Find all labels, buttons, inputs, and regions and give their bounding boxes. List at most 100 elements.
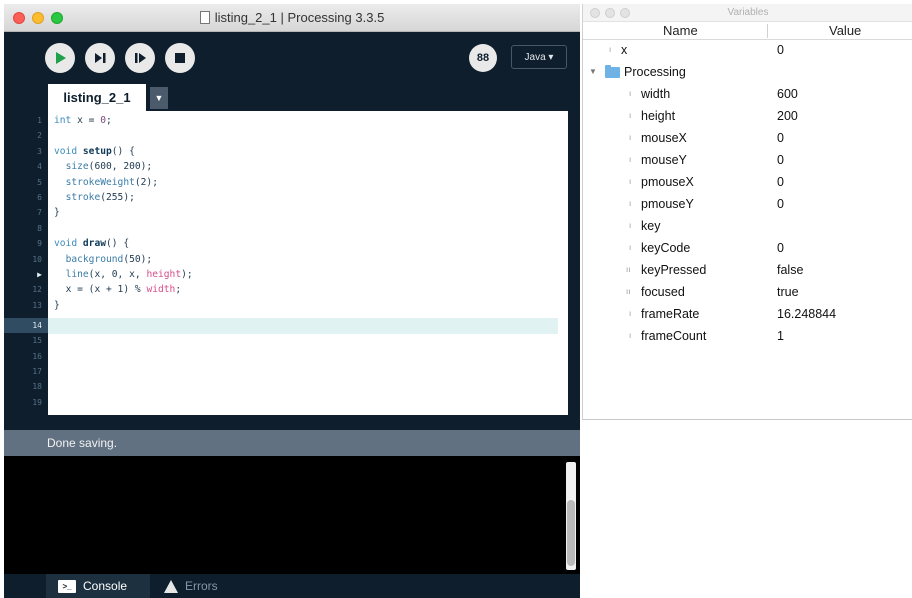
variable-value: 0 (777, 131, 784, 145)
variables-titlebar[interactable]: Variables (583, 4, 912, 22)
console-scrollbar[interactable] (566, 462, 576, 570)
status-bar: Done saving. (4, 430, 580, 456)
variable-row[interactable]: ı mouseY 0 (583, 150, 912, 172)
breakpoint-marker-icon[interactable]: ▶ (4, 267, 42, 282)
line-number[interactable]: 17 (4, 364, 42, 379)
line-number[interactable]: 5 (4, 175, 42, 190)
code-line-12: x = (x + 1) % width; (65, 284, 182, 296)
code-line-11: line(x, 0, x, height); (65, 269, 193, 280)
variable-name: keyPressed (641, 263, 707, 277)
run-button[interactable] (45, 43, 75, 73)
run-icon (56, 52, 66, 64)
variable-value: true (777, 285, 799, 299)
line-number[interactable]: 12 (4, 282, 42, 297)
folder-icon (605, 65, 620, 78)
variable-value: 200 (777, 109, 798, 123)
tab-errors-label: Errors (185, 579, 218, 593)
variable-row[interactable]: ı mouseX 0 (583, 128, 912, 150)
variable-row[interactable]: ı pmouseY 0 (583, 194, 912, 216)
variable-row[interactable]: ıı keyPressed false (583, 260, 912, 282)
toolbar: 88 Java ▾ (4, 32, 580, 84)
sketch-tab-bar: listing_2_1 ▼ (4, 84, 580, 111)
line-number[interactable]: 9 (4, 236, 42, 251)
tab-listing-2-1[interactable]: listing_2_1 (48, 84, 146, 111)
boolean-marker-icon: ıı (626, 265, 631, 274)
field-marker-icon: ı (629, 133, 632, 142)
variable-name: focused (641, 285, 685, 299)
field-marker-icon: ı (629, 111, 632, 120)
processing-ide-window: listing_2_1 | Processing 3.3.5 88 Java ▾… (4, 4, 580, 598)
code-line-3: void setup() { (54, 145, 135, 157)
column-header-name[interactable]: Name (663, 23, 698, 38)
line-number[interactable]: 18 (4, 379, 42, 394)
variable-row[interactable]: ı frameCount 1 (583, 326, 912, 348)
variable-row[interactable]: ı frameRate 16.248844 (583, 304, 912, 326)
stop-icon (175, 53, 185, 63)
tab-console[interactable]: >_ Console (46, 574, 150, 598)
variables-window: Variables Name Value ı x 0 ▼ Processing … (582, 4, 912, 420)
variable-row[interactable]: ı height 200 (583, 106, 912, 128)
variable-value: 16.248844 (777, 307, 837, 321)
line-number[interactable]: 2 (4, 128, 42, 143)
code-line-6: stroke(255); (65, 192, 135, 203)
code-line-7: } (54, 207, 60, 219)
window-title: listing_2_1 | Processing 3.3.5 (4, 10, 580, 25)
line-number[interactable]: 3 (4, 144, 42, 159)
variable-row-processing-folder[interactable]: ▼ Processing (583, 62, 912, 84)
active-line-number[interactable]: 14 (4, 318, 48, 334)
variable-row-x[interactable]: ı x 0 (583, 40, 912, 62)
variable-row[interactable]: ı pmouseX 0 (583, 172, 912, 194)
variable-row[interactable]: ı width 600 (583, 84, 912, 106)
code-line-9: void draw() { (54, 238, 130, 250)
disclosure-triangle-icon[interactable]: ▼ (589, 67, 597, 76)
stop-button[interactable] (165, 43, 195, 73)
variable-name: Processing (624, 65, 686, 79)
field-marker-icon: ı (629, 331, 632, 340)
mode-selector[interactable]: Java ▾ (511, 45, 567, 69)
line-number[interactable]: 4 (4, 159, 42, 174)
variable-row[interactable]: ı key (583, 216, 912, 238)
line-number-gutter: 1 2 3 4 5 6 7 8 9 10 ▶ 12 13 14 15 16 17… (4, 111, 48, 415)
tab-menu-button[interactable]: ▼ (150, 87, 168, 109)
variable-name: width (641, 87, 671, 101)
code-editor[interactable]: 1 2 3 4 5 6 7 8 9 10 ▶ 12 13 14 15 16 17… (4, 111, 580, 415)
variable-name: keyCode (641, 241, 691, 255)
line-number[interactable]: 16 (4, 349, 42, 364)
window-title-text: listing_2_1 | Processing 3.3.5 (214, 10, 385, 25)
continue-button[interactable] (125, 43, 155, 73)
tab-label: listing_2_1 (63, 90, 131, 105)
variable-row[interactable]: ı keyCode 0 (583, 238, 912, 260)
line-number[interactable]: 1 (4, 113, 42, 128)
step-button[interactable] (85, 43, 115, 73)
column-header-value[interactable]: Value (829, 23, 861, 38)
line-number[interactable]: 13 (4, 298, 42, 313)
line-number[interactable]: 7 (4, 205, 42, 220)
line-number[interactable]: 10 (4, 252, 42, 267)
code-line-5: strokeWeight(2); (65, 176, 158, 188)
tab-errors[interactable]: Errors (164, 574, 218, 598)
variable-name: frameRate (641, 307, 700, 321)
boolean-marker-icon: ıı (626, 287, 631, 296)
line-number[interactable]: 19 (4, 395, 42, 410)
debug-button[interactable]: 88 (469, 44, 497, 72)
line-number[interactable]: 8 (4, 221, 42, 236)
ide-titlebar[interactable]: listing_2_1 | Processing 3.3.5 (4, 4, 580, 32)
variable-value: 0 (777, 241, 784, 255)
variable-row[interactable]: ıı focused true (583, 282, 912, 304)
line-number[interactable]: 15 (4, 333, 42, 348)
document-icon (199, 11, 210, 24)
line-number[interactable]: 6 (4, 190, 42, 205)
code-text-area[interactable]: int x = 0; void setup() { size(600, 200)… (48, 111, 568, 415)
step-icon (95, 53, 106, 63)
console-scrollbar-thumb[interactable] (567, 500, 575, 566)
variable-name: height (641, 109, 676, 123)
column-divider[interactable] (767, 24, 768, 38)
variable-name: mouseX (641, 131, 687, 145)
warning-icon (164, 579, 178, 593)
editor-console-divider[interactable] (4, 415, 580, 430)
field-marker-icon: ı (629, 221, 632, 230)
variable-value: 1 (777, 329, 784, 343)
field-marker-icon: ı (629, 199, 632, 208)
editor-scrollbar[interactable] (568, 111, 580, 415)
console-output[interactable] (4, 456, 580, 574)
